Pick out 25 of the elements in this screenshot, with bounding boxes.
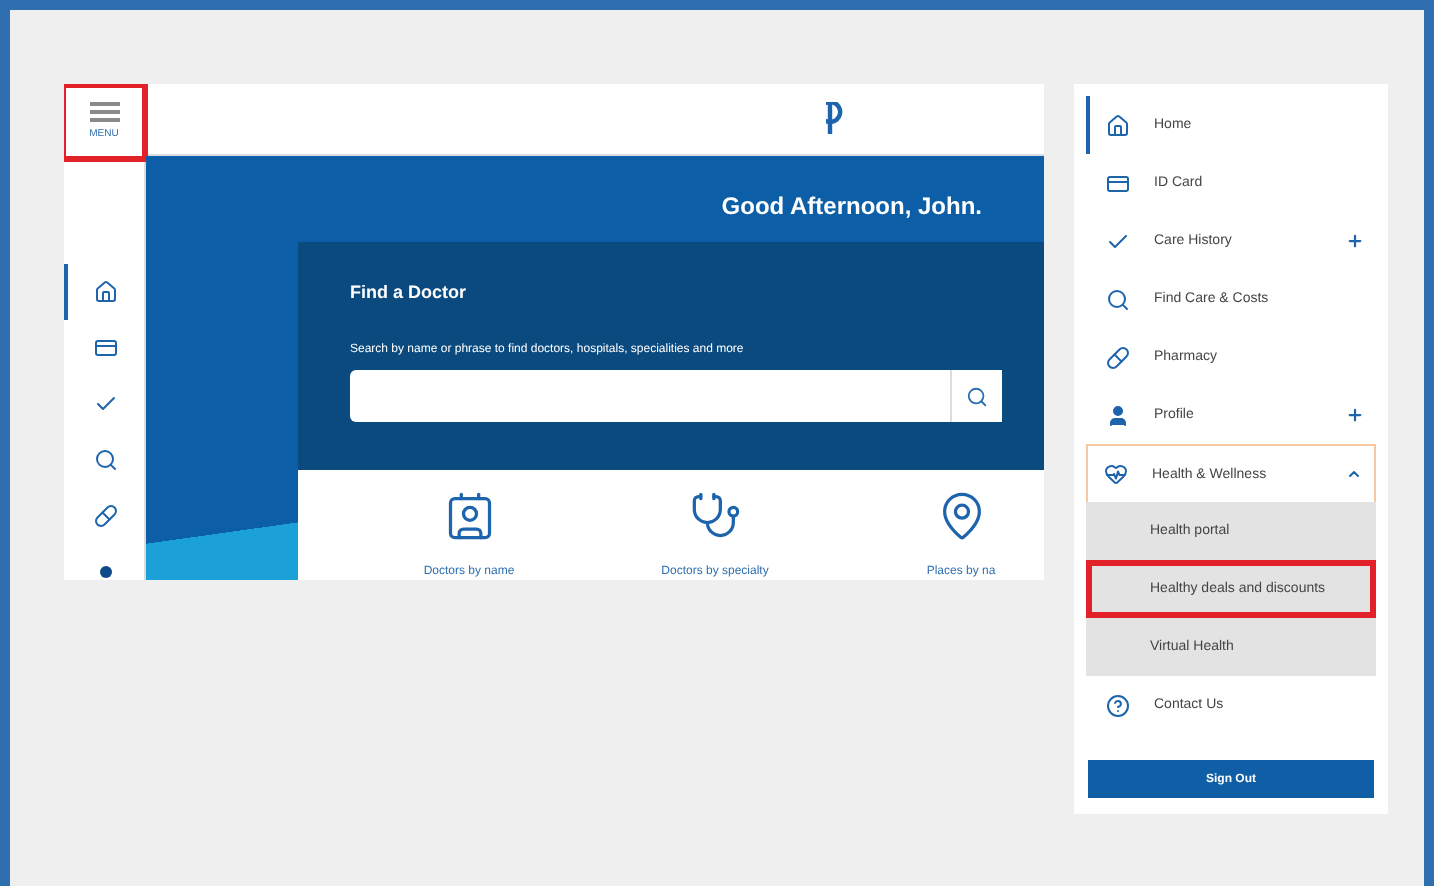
home-icon bbox=[94, 280, 118, 304]
stethoscope-icon bbox=[689, 490, 741, 542]
panel-title: Find a Doctor bbox=[350, 282, 468, 302]
heart-icon bbox=[1104, 462, 1128, 486]
checkmark-icon bbox=[1106, 229, 1130, 253]
dot-icon bbox=[100, 566, 112, 578]
card-icon bbox=[1106, 171, 1130, 195]
person-icon bbox=[1106, 403, 1130, 427]
card-icon bbox=[94, 336, 118, 360]
search-icon bbox=[1106, 287, 1130, 311]
pill-icon bbox=[1106, 345, 1130, 369]
plus-icon bbox=[1346, 232, 1364, 250]
menu-icon bbox=[89, 102, 119, 122]
greeting: Good Afternoon, John. bbox=[721, 190, 984, 224]
collapse-icon bbox=[1346, 466, 1362, 482]
plus-icon bbox=[1346, 406, 1364, 424]
pill-icon bbox=[94, 504, 118, 528]
search-icon bbox=[966, 385, 988, 407]
search-icon bbox=[94, 448, 118, 472]
search-field[interactable] bbox=[350, 370, 1002, 422]
help-icon bbox=[1106, 693, 1130, 717]
search-button[interactable] bbox=[950, 370, 1002, 422]
checkmark-icon bbox=[94, 392, 118, 416]
home-icon bbox=[1106, 113, 1130, 137]
id-badge-icon bbox=[443, 490, 495, 542]
